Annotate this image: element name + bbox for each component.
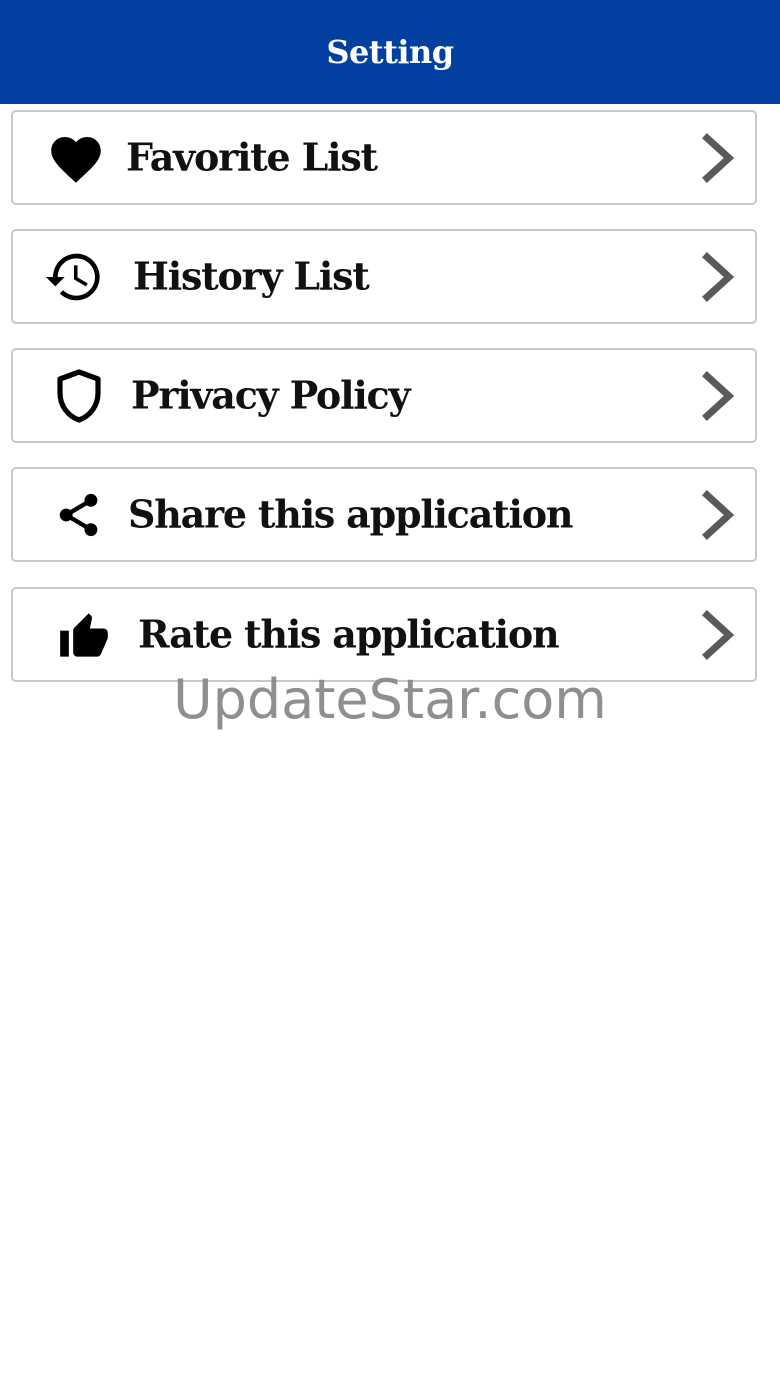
menu-item-label: Rate this application <box>138 611 560 657</box>
menu-item-share-application[interactable]: Share this application <box>11 467 757 562</box>
menu-item-privacy-policy[interactable]: Privacy Policy <box>11 348 757 443</box>
history-icon <box>46 251 102 303</box>
chevron-right-icon <box>702 251 735 302</box>
thumbs-up-icon <box>58 611 110 659</box>
menu-item-label: Share this application <box>128 491 574 537</box>
chevron-right-icon <box>702 132 735 183</box>
app-header: Setting <box>0 0 780 104</box>
watermark: UpdateStar.com <box>173 668 607 731</box>
menu-item-history-list[interactable]: History List <box>11 229 757 324</box>
share-icon <box>57 492 101 538</box>
menu-item-label: Favorite List <box>126 134 378 180</box>
heart-icon <box>46 132 106 184</box>
menu-item-label: Privacy Policy <box>131 372 411 418</box>
shield-icon <box>55 368 103 423</box>
menu-item-label: History List <box>133 253 370 299</box>
chevron-right-icon <box>702 609 735 660</box>
page-title: Setting <box>326 33 454 71</box>
menu-item-favorite-list[interactable]: Favorite List <box>11 110 757 205</box>
chevron-right-icon <box>702 370 735 421</box>
chevron-right-icon <box>702 489 735 540</box>
